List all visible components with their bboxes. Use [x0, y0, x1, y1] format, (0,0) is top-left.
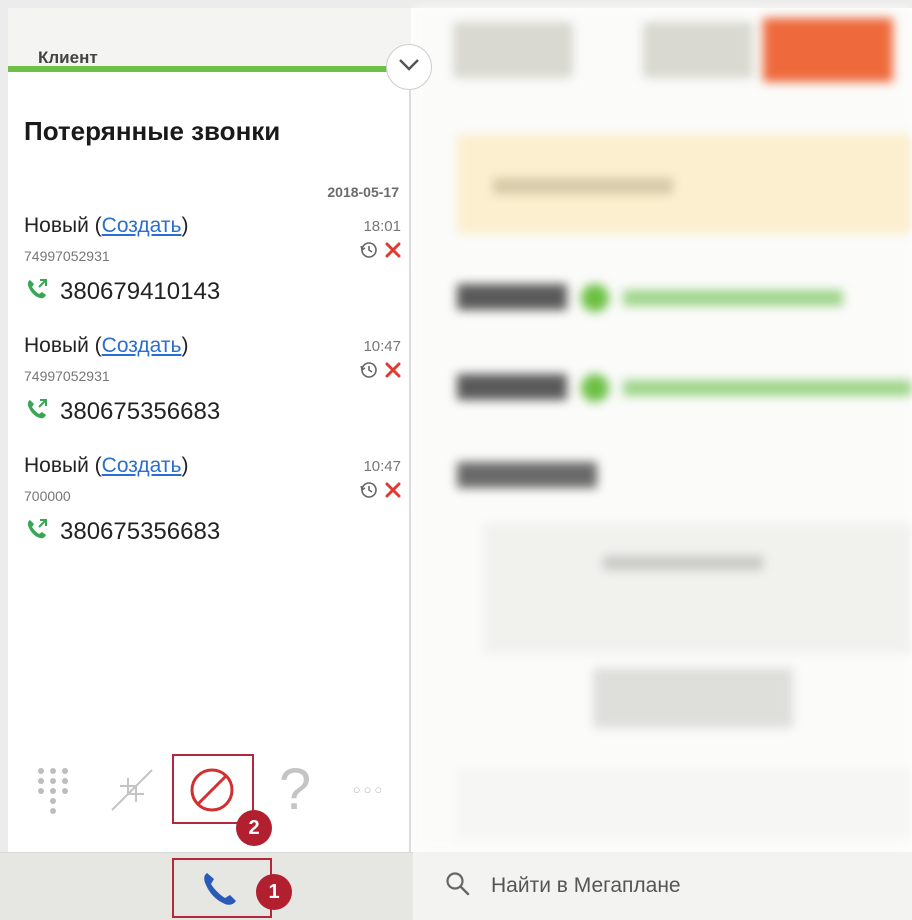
- search-input[interactable]: Найти в Мегаплане: [413, 852, 912, 920]
- phone-icon[interactable]: [192, 866, 246, 912]
- call-name: Новый (Создать): [24, 454, 189, 477]
- call-toolbar: 2 ? ○○○: [8, 748, 411, 848]
- call-number-from: 74997052931: [24, 368, 110, 384]
- call-phone-number: 380675356683: [60, 397, 221, 425]
- history-icon[interactable]: [359, 240, 379, 265]
- call-name: Новый (Создать): [24, 334, 189, 357]
- annotation-badge-2: 2: [236, 810, 272, 846]
- call-number-from: 74997052931: [24, 248, 110, 264]
- blurred-crm-content: [413, 8, 912, 852]
- create-link[interactable]: Создать: [102, 214, 182, 237]
- active-indicator: [8, 66, 400, 72]
- call-time: 10:47: [363, 338, 401, 355]
- call-phone-number: 380675356683: [60, 517, 221, 545]
- call-item: Новый (Создать) 74997052931 10:47 380675…: [8, 334, 411, 444]
- call-item: Новый (Создать) 700000 10:47 38067535668…: [8, 454, 411, 564]
- call-time: 10:47: [363, 458, 401, 475]
- search-placeholder: Найти в Мегаплане: [491, 874, 681, 897]
- history-icon[interactable]: [359, 480, 379, 505]
- chevron-down-icon: [397, 57, 421, 78]
- incoming-call-icon: [24, 396, 50, 427]
- annotation-badge-1: 1: [256, 874, 292, 910]
- call-actions: [359, 360, 403, 385]
- delete-icon[interactable]: [383, 480, 403, 505]
- client-label: Клиент: [38, 48, 98, 67]
- call-number-from: 700000: [24, 488, 71, 504]
- incoming-call-icon: [24, 276, 50, 307]
- date-header: 2018-05-17: [327, 184, 399, 200]
- more-icon[interactable]: ○○○: [334, 774, 404, 804]
- client-tab[interactable]: Клиент: [8, 8, 411, 68]
- history-icon[interactable]: [359, 360, 379, 385]
- delete-icon[interactable]: [383, 240, 403, 265]
- create-link[interactable]: Создать: [102, 334, 182, 357]
- incoming-call-icon: [24, 516, 50, 547]
- transfer-icon[interactable]: [104, 762, 160, 818]
- search-icon: [445, 871, 471, 902]
- call-actions: [359, 240, 403, 265]
- create-link[interactable]: Создать: [102, 454, 182, 477]
- call-phone-row[interactable]: 380675356683: [24, 516, 220, 547]
- help-icon[interactable]: ?: [270, 754, 320, 824]
- panel-title: Потерянные звонки: [24, 116, 281, 146]
- collapse-button[interactable]: [386, 44, 432, 90]
- call-phone-number: 380679410143: [60, 277, 221, 305]
- dialpad-icon[interactable]: [30, 762, 76, 818]
- delete-icon[interactable]: [383, 360, 403, 385]
- block-icon[interactable]: [180, 760, 244, 820]
- call-actions: [359, 480, 403, 505]
- call-time: 18:01: [363, 218, 401, 235]
- call-name: Новый (Создать): [24, 214, 189, 237]
- missed-calls-panel: Клиент Потерянные звонки 2018-05-17 Новы…: [8, 8, 411, 852]
- call-item: Новый (Создать) 74997052931 18:01 380679…: [8, 214, 411, 324]
- call-phone-row[interactable]: 380679410143: [24, 276, 220, 307]
- call-phone-row[interactable]: 380675356683: [24, 396, 220, 427]
